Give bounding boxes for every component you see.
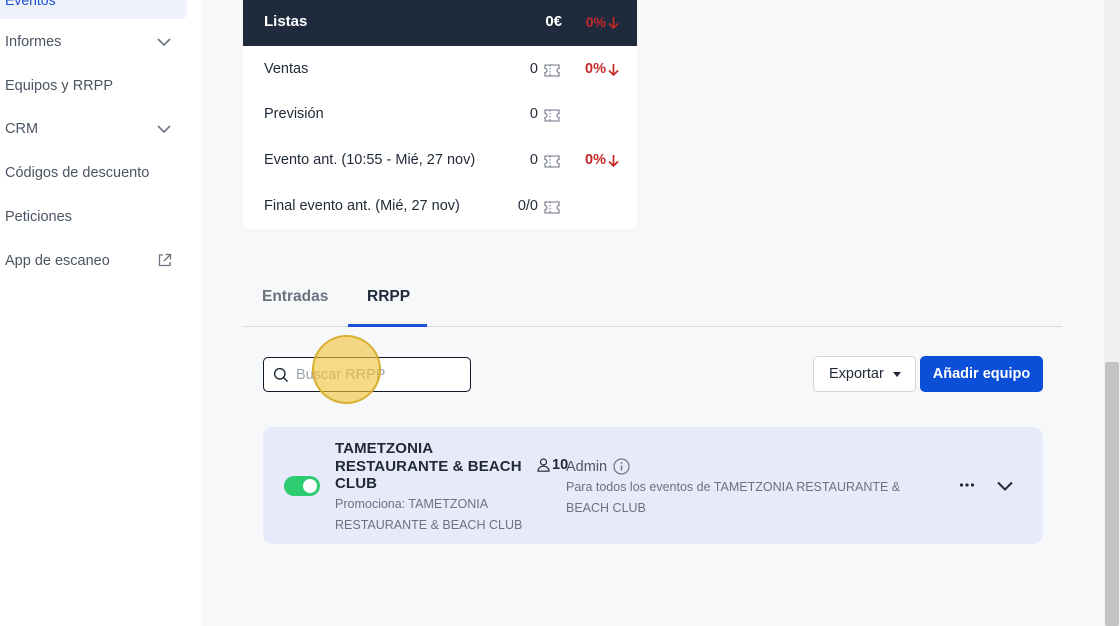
team-role-description: Para todos los eventos de TAMETZONIA RES… (566, 480, 901, 515)
team-name: TAMETZONIA RESTAURANTE & BEACH CLUB (335, 440, 522, 492)
stats-header-label: Listas (264, 13, 308, 30)
ticket-icon (544, 64, 560, 77)
team-enabled-toggle[interactable] (284, 476, 320, 496)
toggle-knob (303, 479, 317, 493)
sidebar-item-eventos[interactable]: Eventos (0, 0, 187, 19)
sidebar-item-label: Eventos (5, 0, 56, 8)
sidebar-item-app-escaneo[interactable]: App de escaneo (5, 250, 177, 272)
arrow-down-icon (608, 16, 619, 29)
ticket-icon (544, 109, 560, 122)
team-promo: Promociona: TAMETZONIA RESTAURANTE & BEA… (335, 497, 523, 532)
sidebar-item-label: Códigos de descuento (5, 165, 150, 181)
sidebar-item-label: Equipos y RRPP (5, 78, 113, 94)
row-label: Previsión (264, 106, 324, 122)
team-role: Admin (566, 458, 630, 475)
chevron-down-icon (157, 125, 171, 134)
pct-value: 0% (585, 14, 606, 30)
add-team-button-label: Añadir equipo (932, 366, 1031, 382)
chevron-down-icon (157, 38, 171, 47)
sidebar-item-label: App de escaneo (5, 253, 110, 269)
row-pct: 0% (585, 61, 619, 77)
pct-value: 0% (585, 152, 606, 168)
ticket-icon (544, 155, 560, 168)
stats-row-prevision: Previsión 0 (243, 102, 637, 126)
external-link-icon (158, 253, 172, 267)
sales-stats-card: Listas 0€ 0% Ventas 0 0% Previsión 0 Eve… (243, 0, 637, 229)
sidebar-item-label: Informes (5, 34, 62, 50)
stats-header-value: 0€ (545, 13, 562, 30)
team-card: TAMETZONIA RESTAURANTE & BEACH CLUB Prom… (263, 427, 1043, 544)
active-tab-indicator (348, 324, 427, 327)
stats-row-evento-anterior: Evento ant. (10:55 - Mié, 27 nov) 0 0% (243, 148, 637, 172)
tab-entradas[interactable]: Entradas (262, 288, 328, 306)
export-button-label: Exportar (829, 366, 884, 382)
tab-rrpp[interactable]: RRPP (367, 288, 410, 306)
row-label: Evento ant. (10:55 - Mié, 27 nov) (264, 152, 476, 168)
arrow-down-icon (608, 154, 619, 167)
stats-row-final-evento: Final evento ant. (Mié, 27 nov) 0/0 (243, 194, 637, 218)
chevron-down-icon[interactable] (996, 479, 1014, 493)
stats-header-pct: 0% (586, 14, 619, 30)
sidebar-item-label: CRM (5, 121, 39, 137)
user-icon (537, 458, 550, 472)
stats-header-listas: Listas 0€ 0% (243, 0, 637, 46)
ticket-icon (544, 201, 560, 214)
sidebar-item-label: Peticiones (5, 209, 72, 225)
sidebar-item-crm[interactable]: CRM (5, 118, 177, 140)
row-pct: 0% (585, 152, 619, 168)
sidebar-item-codigos[interactable]: Códigos de descuento (5, 162, 177, 184)
row-label: Ventas (264, 61, 309, 77)
row-value: 0 (529, 61, 538, 77)
scrollbar-thumb[interactable] (1105, 362, 1119, 626)
info-icon[interactable] (613, 458, 630, 475)
tab-bar: Entradas RRPP (243, 282, 1062, 327)
row-value: 0 (529, 106, 538, 122)
sidebar: Eventos Informes Equipos y RRPP CRM Códi… (0, 0, 202, 626)
page-scrollbar[interactable] (1104, 0, 1120, 626)
sidebar-item-peticiones[interactable]: Peticiones (5, 206, 177, 228)
member-count: 10 (537, 457, 568, 473)
sidebar-item-equipos[interactable]: Equipos y RRPP (5, 75, 177, 97)
search-input[interactable] (296, 365, 456, 385)
pct-value: 0% (585, 61, 606, 77)
search-box[interactable] (263, 357, 471, 392)
more-options-icon[interactable] (959, 475, 975, 491)
row-label: Final evento ant. (Mié, 27 nov) (264, 198, 460, 214)
stats-row-ventas: Ventas 0 0% (243, 57, 637, 81)
row-value: 0/0 (517, 198, 538, 214)
team-role-label: Admin (566, 458, 608, 475)
caret-down-icon (893, 372, 901, 377)
add-team-button[interactable]: Añadir equipo (920, 356, 1043, 392)
export-button[interactable]: Exportar (813, 356, 916, 392)
search-icon (273, 367, 288, 382)
row-value: 0 (529, 152, 538, 168)
sidebar-item-informes[interactable]: Informes (5, 31, 177, 53)
arrow-down-icon (608, 63, 619, 76)
